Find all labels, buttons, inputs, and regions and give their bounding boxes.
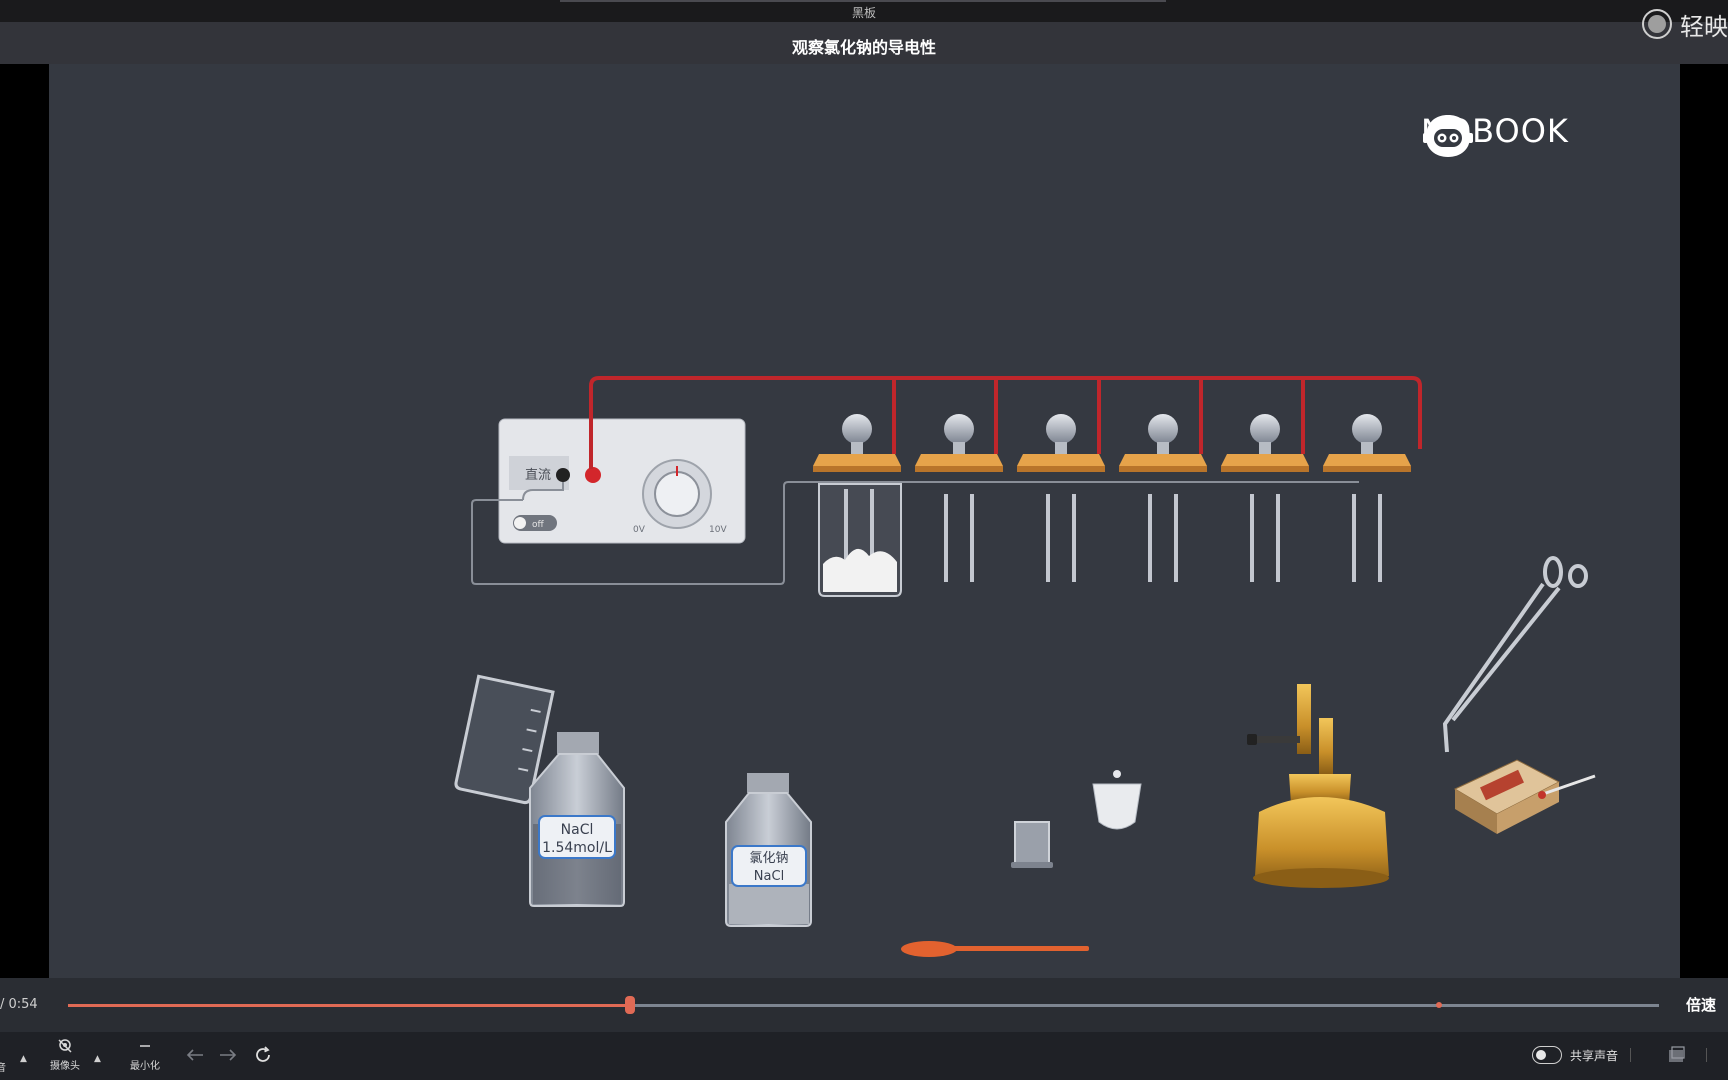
reagent-bottle-solid[interactable]: 氯化钠 NaCl xyxy=(725,773,812,927)
bottle2-line2: NaCl xyxy=(754,869,784,884)
back-arrow-icon[interactable] xyxy=(182,1042,208,1068)
bottle1-line1: NaCl xyxy=(561,822,594,838)
seek-marker[interactable] xyxy=(1436,1002,1443,1008)
seek-track[interactable] xyxy=(68,996,1659,1014)
camera-off-icon xyxy=(58,1039,72,1053)
power-switch-label: off xyxy=(532,520,545,530)
minimize-button[interactable]: 最小化 xyxy=(130,1038,160,1072)
alcohol-burner[interactable] xyxy=(1247,684,1389,888)
power-mode-label: 直流 xyxy=(525,468,551,483)
brand-logo-icon xyxy=(1642,9,1672,39)
beaker-with-salt[interactable] xyxy=(818,483,902,597)
apparatus-scene: 直流 0V 10V off NaCl 1.54mol/L 氯化钠 NaCl xyxy=(454,376,1596,957)
small-cup[interactable] xyxy=(1011,821,1053,868)
active-tab-indicator xyxy=(560,0,1166,2)
seek-handle[interactable] xyxy=(624,996,635,1014)
caret-up-icon[interactable]: ▲ xyxy=(20,1054,27,1064)
refresh-icon[interactable] xyxy=(250,1042,276,1068)
minimize-label: 最小化 xyxy=(130,1061,160,1072)
document-titlebar: 观察氯化钠的导电性 xyxy=(0,22,1728,64)
camera-label: 摄像头 xyxy=(50,1061,80,1072)
share-audio-label: 共享声音 xyxy=(1570,1048,1619,1063)
app-brand[interactable]: 轻映 xyxy=(1642,4,1728,44)
left-stub-label: 音 xyxy=(0,1063,6,1074)
dc-power-supply[interactable]: 直流 0V 10V off xyxy=(498,418,746,544)
camera-button[interactable]: 摄像头 xyxy=(50,1038,80,1072)
bulb-holders xyxy=(813,414,1411,472)
crucible[interactable] xyxy=(1092,770,1142,830)
forward-arrow-icon[interactable] xyxy=(215,1042,241,1068)
svg-text:10V: 10V xyxy=(709,525,727,535)
minimize-icon xyxy=(140,1045,150,1047)
toolbar-divider xyxy=(1630,1048,1631,1062)
electrodes xyxy=(944,494,1382,582)
window-title: 黑板 xyxy=(851,6,876,20)
time-display: / 0:54 xyxy=(0,997,38,1012)
svg-text:0V: 0V xyxy=(633,525,646,535)
experiment-stage[interactable]: NOBOOK 直流 0V 10V off NaCl 1.54mol/L 氯化钠 … xyxy=(49,64,1680,978)
player-progress-bar: / 0:54 倍速 xyxy=(0,978,1728,1032)
bottom-toolbar: 音 ▲ 摄像头 ▲ 最小化 共享声音 xyxy=(0,1032,1728,1080)
share-audio-switch[interactable] xyxy=(1532,1046,1562,1064)
playback-speed-button[interactable]: 倍速 xyxy=(1686,994,1716,1015)
brand-text: 轻映 xyxy=(1680,12,1728,41)
window-topbar: 黑板 轻映 xyxy=(0,0,1728,41)
toolbar-divider-2 xyxy=(1706,1048,1707,1062)
seek-played xyxy=(68,1004,630,1007)
left-stub[interactable]: 音 xyxy=(0,1038,6,1074)
bottle2-line1: 氯化钠 xyxy=(749,851,788,866)
medicine-spoon[interactable] xyxy=(901,941,1089,957)
camera-caret-up-icon[interactable]: ▲ xyxy=(94,1054,101,1064)
bottle1-line2: 1.54mol/L xyxy=(542,840,612,856)
matchbox[interactable] xyxy=(1453,759,1596,834)
reagent-bottle-solution[interactable]: NaCl 1.54mol/L xyxy=(529,732,625,907)
share-audio-toggle[interactable]: 共享声音 xyxy=(1532,1046,1618,1064)
crucible-tongs[interactable] xyxy=(1442,556,1588,753)
page-title: 观察氯化钠的导电性 xyxy=(791,38,936,57)
window-mode-icon[interactable] xyxy=(1663,1042,1689,1068)
